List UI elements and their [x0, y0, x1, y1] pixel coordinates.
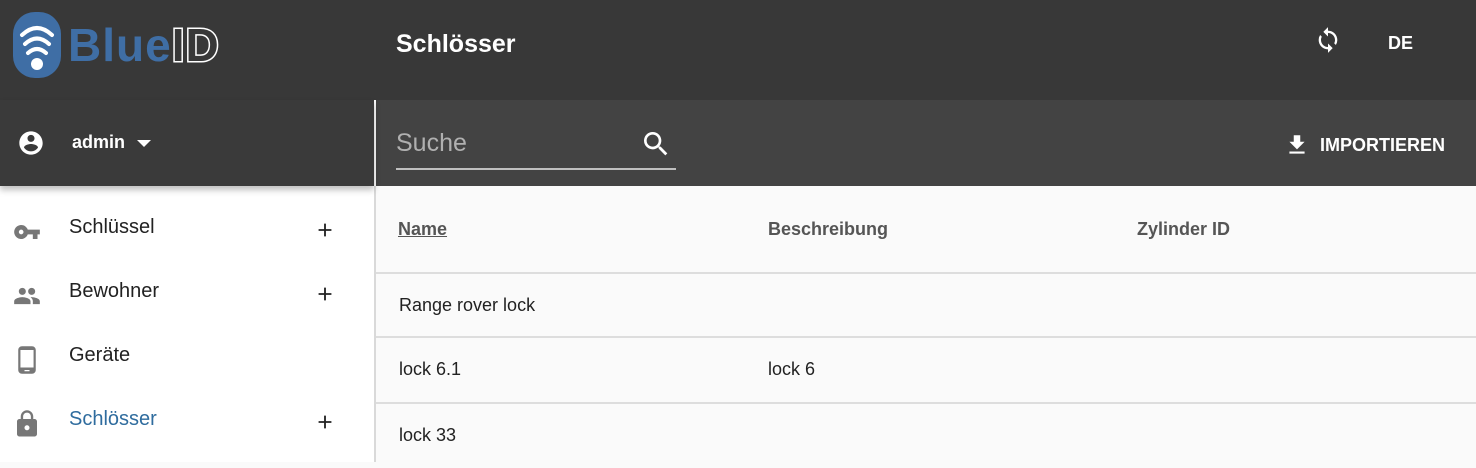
user-menu-bar — [0, 100, 374, 186]
account-circle-icon[interactable] — [17, 129, 45, 157]
download-icon — [1289, 135, 1305, 154]
add-resident-button[interactable] — [311, 280, 339, 308]
blueid-logo[interactable]: BlueID — [12, 10, 220, 80]
sidebar-item-label: Schlösser — [69, 408, 157, 430]
plus-icon — [318, 223, 332, 237]
page-title: Schlösser — [396, 30, 516, 58]
blueid-logo-icon — [13, 12, 61, 78]
cell-name: Range rover lock — [399, 295, 536, 315]
chevron-down-icon[interactable] — [137, 140, 151, 147]
lock-icon — [12, 410, 42, 438]
add-lock-button[interactable] — [311, 408, 339, 436]
sidebar-item-geraete[interactable]: Geräte — [0, 326, 374, 390]
table-row[interactable] — [376, 404, 1476, 468]
logo-wordmark: BlueID — [68, 19, 220, 71]
table-row[interactable] — [376, 274, 1476, 338]
column-header-name[interactable]: Name — [398, 219, 447, 240]
search-field — [396, 118, 676, 170]
user-name[interactable]: admin — [72, 132, 125, 153]
logo-text-blue: Blue — [68, 19, 172, 71]
import-button-label: IMPORTIEREN — [1320, 134, 1446, 155]
language-switch[interactable]: DE — [1388, 33, 1413, 54]
import-button[interactable]: IMPORTIEREN — [1284, 130, 1445, 160]
table-row[interactable] — [376, 338, 1476, 402]
sidebar-item-label: Bewohner — [69, 280, 160, 302]
sidebar-item-schloesser[interactable]: Schlösser — [0, 390, 374, 454]
key-icon — [12, 218, 42, 246]
search-input[interactable] — [396, 126, 626, 160]
people-icon — [12, 282, 42, 310]
cell-description: lock 6 — [768, 359, 816, 379]
logo-text-id: ID — [170, 19, 220, 71]
sidebar-item-label: Schlüssel — [69, 216, 155, 238]
add-key-button[interactable] — [311, 216, 339, 244]
column-header-description[interactable]: Beschreibung — [768, 219, 888, 240]
plus-icon — [318, 287, 332, 301]
cell-name: lock 33 — [399, 425, 457, 445]
sidebar-item-schluessel[interactable]: Schlüssel — [0, 198, 374, 262]
top-app-bar — [0, 0, 1476, 100]
cell-name: lock 6.1 — [399, 359, 462, 379]
column-header-cylinder-id[interactable]: Zylinder ID — [1137, 219, 1230, 240]
search-icon[interactable] — [640, 128, 672, 160]
sidebar-item-bewohner[interactable]: Bewohner — [0, 262, 374, 326]
sync-icon — [1318, 27, 1338, 53]
plus-icon — [318, 415, 332, 429]
phone-icon — [12, 346, 42, 374]
sidebar-item-label: Geräte — [69, 344, 131, 366]
sync-button[interactable] — [1312, 24, 1344, 56]
